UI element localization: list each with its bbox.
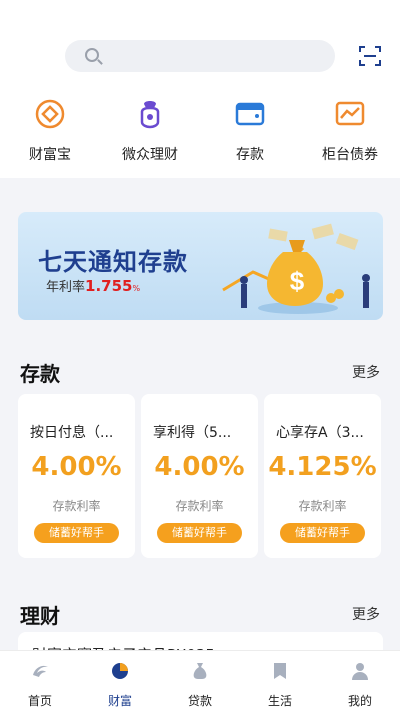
tab-loan[interactable]: 贷款 (160, 661, 240, 709)
tab-label: 财富 (107, 694, 132, 708)
top-bar (0, 0, 400, 84)
quick-item-weizhong-licai[interactable]: 微众理财 (100, 96, 200, 166)
quick-item-label: 存款 (236, 147, 264, 163)
wealth-icon (112, 663, 128, 679)
product-tag: 储蓄好帮手 (157, 523, 242, 543)
banner-rate: 年利率1.755% (46, 276, 140, 295)
product-name: 享利得（5... (153, 425, 232, 441)
more-link[interactable]: 更多 (352, 362, 380, 382)
tab-mine[interactable]: 我的 (320, 661, 400, 709)
section-title: 存款 (20, 362, 60, 386)
section-title: 理财 (20, 604, 60, 628)
bookmark-icon (274, 663, 286, 679)
bottom-tab-bar: 首页 财富 贷款 生活 我的 (0, 650, 400, 711)
promo-banner[interactable]: 七天通知存款 年利率1.755% $ (18, 212, 383, 320)
quick-item-deposit[interactable]: 存款 (200, 96, 300, 166)
more-link[interactable]: 更多 (352, 604, 380, 624)
banner-title: 七天通知存款 (38, 248, 188, 276)
money-bag-illustration: $ (222, 223, 370, 314)
banner-rate-unit: % (132, 284, 141, 293)
rate-label: 存款利率 (175, 499, 224, 513)
tab-label: 首页 (27, 694, 52, 708)
loan-bag-icon (193, 663, 207, 679)
search-bar[interactable] (65, 40, 335, 72)
bag-icon (140, 101, 160, 129)
quick-item-label: 财富宝 (29, 147, 71, 163)
quick-item-label: 柜台债券 (322, 147, 378, 163)
banner-rate-value: 1.755 (85, 277, 133, 295)
product-rate: 4.125% (268, 452, 377, 482)
tab-label: 贷款 (187, 694, 212, 708)
deposit-card[interactable]: 按日付息（... 4.00% 存款利率 储蓄好帮手 (18, 394, 135, 558)
home-icon (33, 665, 48, 677)
tab-label: 我的 (347, 694, 372, 708)
product-rate: 4.00% (31, 452, 122, 482)
product-tag: 储蓄好帮手 (34, 523, 119, 543)
product-name: 按日付息（... (30, 425, 114, 441)
product-rate: 4.00% (154, 452, 245, 482)
tab-wealth[interactable]: 财富 (80, 661, 160, 709)
rate-label: 存款利率 (52, 499, 101, 513)
rate-label: 存款利率 (298, 499, 347, 513)
deposit-card[interactable]: 享利得（5... 4.00% 存款利率 储蓄好帮手 (141, 394, 258, 558)
wallet-icon (235, 102, 265, 126)
quick-menu: 财富宝 微众理财 存款 柜台债券 (0, 84, 400, 178)
tab-label: 生活 (267, 694, 292, 708)
quick-item-counter-bonds[interactable]: 柜台债券 (300, 96, 400, 166)
wealth-section-header: 理财 更多 (0, 594, 400, 634)
deposit-card[interactable]: 心享存A（3... 4.125% 存款利率 储蓄好帮手 (264, 394, 381, 558)
search-icon (85, 48, 99, 62)
deposit-section-header: 存款 更多 (0, 352, 400, 392)
tab-home[interactable]: 首页 (0, 661, 80, 709)
quick-item-caifubao[interactable]: 财富宝 (0, 96, 100, 166)
trend-card-icon (335, 101, 365, 126)
product-name: 心享存A（3... (276, 425, 364, 441)
product-tag: 储蓄好帮手 (280, 523, 365, 543)
scan-icon[interactable] (359, 45, 381, 67)
quick-item-label: 微众理财 (122, 147, 178, 163)
banner-rate-label: 年利率 (46, 280, 86, 295)
svg-text:$: $ (290, 266, 305, 296)
profile-icon (352, 663, 368, 680)
tab-life[interactable]: 生活 (240, 661, 320, 709)
coin-icon (35, 99, 65, 129)
